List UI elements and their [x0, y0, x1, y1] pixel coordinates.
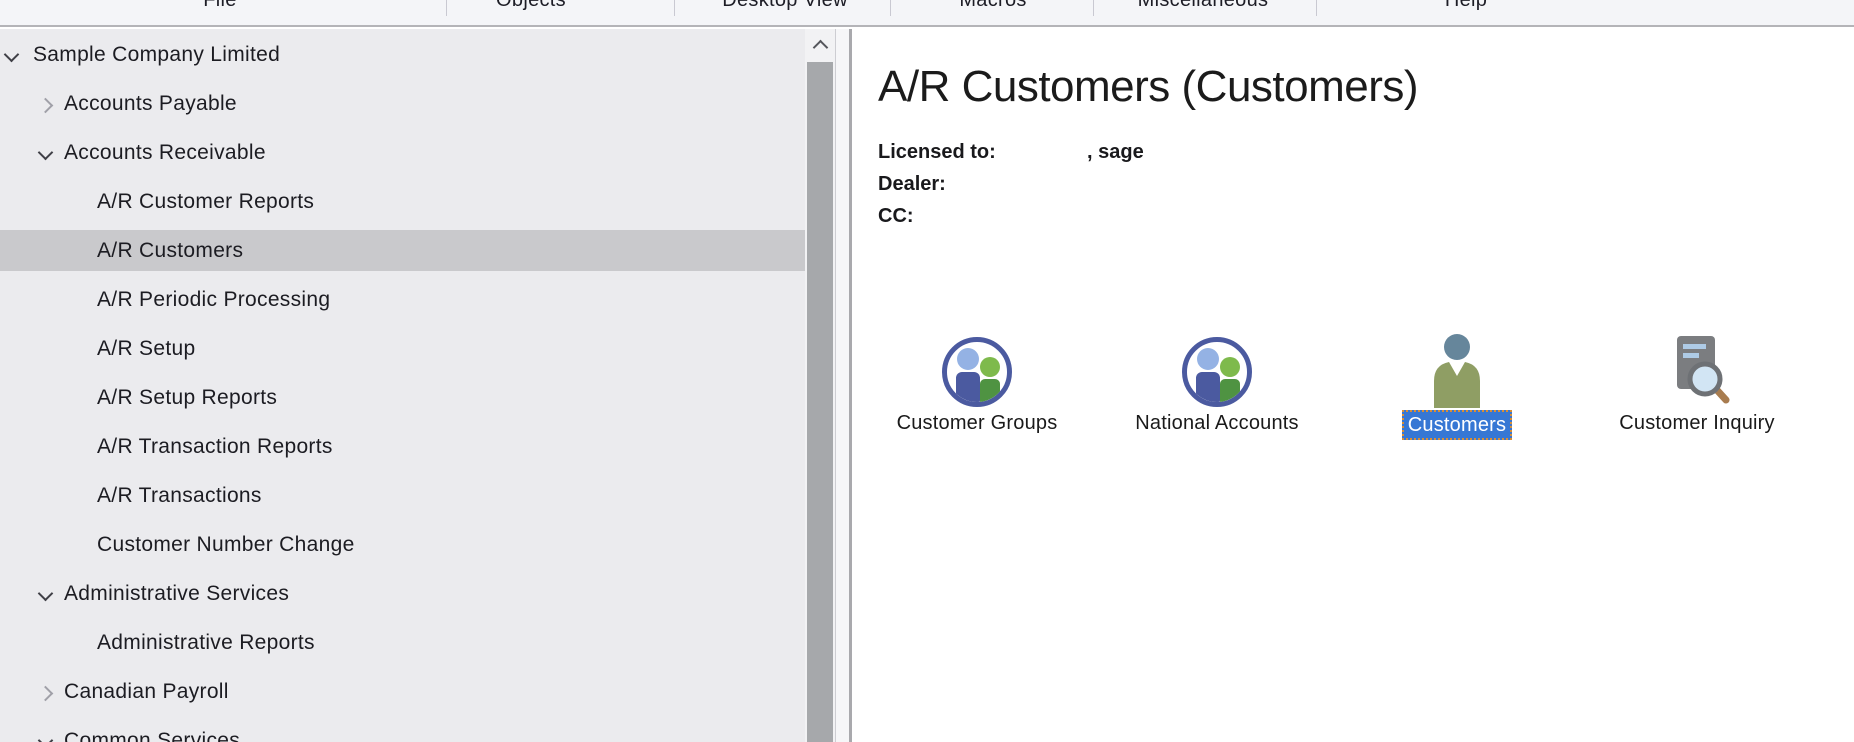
national-accounts-item[interactable]: National Accounts [1097, 334, 1337, 440]
tree-item-ar-setup[interactable]: A/R Setup [0, 324, 805, 373]
tree-item-canadian-payroll[interactable]: Canadian Payroll [0, 667, 805, 716]
national-accounts-label[interactable]: National Accounts [1135, 410, 1299, 436]
feature-icons: Customer Groups [857, 334, 1817, 440]
customer-groups-label[interactable]: Customer Groups [897, 410, 1058, 436]
company-tree: Sample Company Limited Accounts Payable … [0, 30, 805, 742]
scrollbar-thumb[interactable] [807, 62, 833, 742]
customers-item[interactable]: Customers [1337, 334, 1577, 440]
licensed-to-row: Licensed to: , sage [878, 136, 1854, 168]
tree-item-accounts-receivable[interactable]: Accounts Receivable [0, 128, 805, 177]
pane-splitter[interactable] [835, 29, 852, 742]
menu-help[interactable]: Help [1445, 0, 1487, 12]
cc-row: CC: [878, 200, 1854, 232]
chevron-down-icon[interactable] [2, 46, 20, 64]
chevron-down-icon[interactable] [36, 144, 54, 162]
app-window: File Objects Desktop View Macros Miscell… [0, 0, 1854, 742]
menu-desktop-view[interactable]: Desktop View [722, 0, 848, 12]
tree-item-ar-transaction-reports[interactable]: A/R Transaction Reports [0, 422, 805, 471]
dealer-label: Dealer: [878, 173, 946, 195]
menu-separator [674, 0, 675, 16]
national-accounts-icon[interactable] [1181, 336, 1253, 408]
customer-inquiry-item[interactable]: Customer Inquiry [1577, 334, 1817, 440]
tree-item-customer-number-change[interactable]: Customer Number Change [0, 520, 805, 569]
content-pane: A/R Customers (Customers) Licensed to: ,… [852, 29, 1854, 742]
tree-item-common-services[interactable]: Common Services [0, 716, 805, 742]
customer-inquiry-label[interactable]: Customer Inquiry [1619, 410, 1774, 436]
page-title: A/R Customers (Customers) [878, 62, 1854, 112]
chevron-down-icon[interactable] [36, 585, 54, 603]
customer-groups-icon[interactable] [941, 336, 1013, 408]
chevron-right-icon[interactable] [36, 683, 54, 701]
menu-objects[interactable]: Objects [496, 0, 566, 12]
licensed-to-label: Licensed to: [878, 141, 996, 163]
tree-item-sample-company[interactable]: Sample Company Limited [0, 30, 805, 79]
license-info: Licensed to: , sage Dealer: CC: [878, 136, 1854, 232]
navigation-pane: Sample Company Limited Accounts Payable … [0, 29, 835, 742]
tree-item-administrative-reports[interactable]: Administrative Reports [0, 618, 805, 667]
customer-inquiry-icon[interactable] [1663, 334, 1731, 408]
tree-item-ar-customers[interactable]: A/R Customers [0, 226, 805, 275]
customers-label[interactable]: Customers [1402, 410, 1513, 440]
menubar: File Objects Desktop View Macros Miscell… [0, 0, 1854, 27]
menu-separator [890, 0, 891, 16]
scroll-up-button[interactable] [805, 29, 835, 61]
menu-miscellaneous[interactable]: Miscellaneous [1138, 0, 1269, 12]
tree-item-ar-customer-reports[interactable]: A/R Customer Reports [0, 177, 805, 226]
menu-macros[interactable]: Macros [959, 0, 1026, 12]
menu-file[interactable]: File [203, 0, 236, 12]
chevron-down-icon[interactable] [36, 732, 54, 742]
customers-icon[interactable] [1425, 334, 1489, 408]
menu-separator [1316, 0, 1317, 16]
dealer-row: Dealer: [878, 168, 1854, 200]
tree-item-administrative-services[interactable]: Administrative Services [0, 569, 805, 618]
tree-scrollbar[interactable] [805, 29, 835, 742]
customer-groups-item[interactable]: Customer Groups [857, 334, 1097, 440]
tree-item-ar-transactions[interactable]: A/R Transactions [0, 471, 805, 520]
cc-label: CC: [878, 205, 914, 227]
tree-item-ar-periodic-processing[interactable]: A/R Periodic Processing [0, 275, 805, 324]
menu-separator [446, 0, 447, 16]
tree-item-accounts-payable[interactable]: Accounts Payable [0, 79, 805, 128]
chevron-right-icon[interactable] [36, 95, 54, 113]
licensed-to-value: , sage [1087, 136, 1144, 168]
menu-separator [1093, 0, 1094, 16]
tree-item-ar-setup-reports[interactable]: A/R Setup Reports [0, 373, 805, 422]
